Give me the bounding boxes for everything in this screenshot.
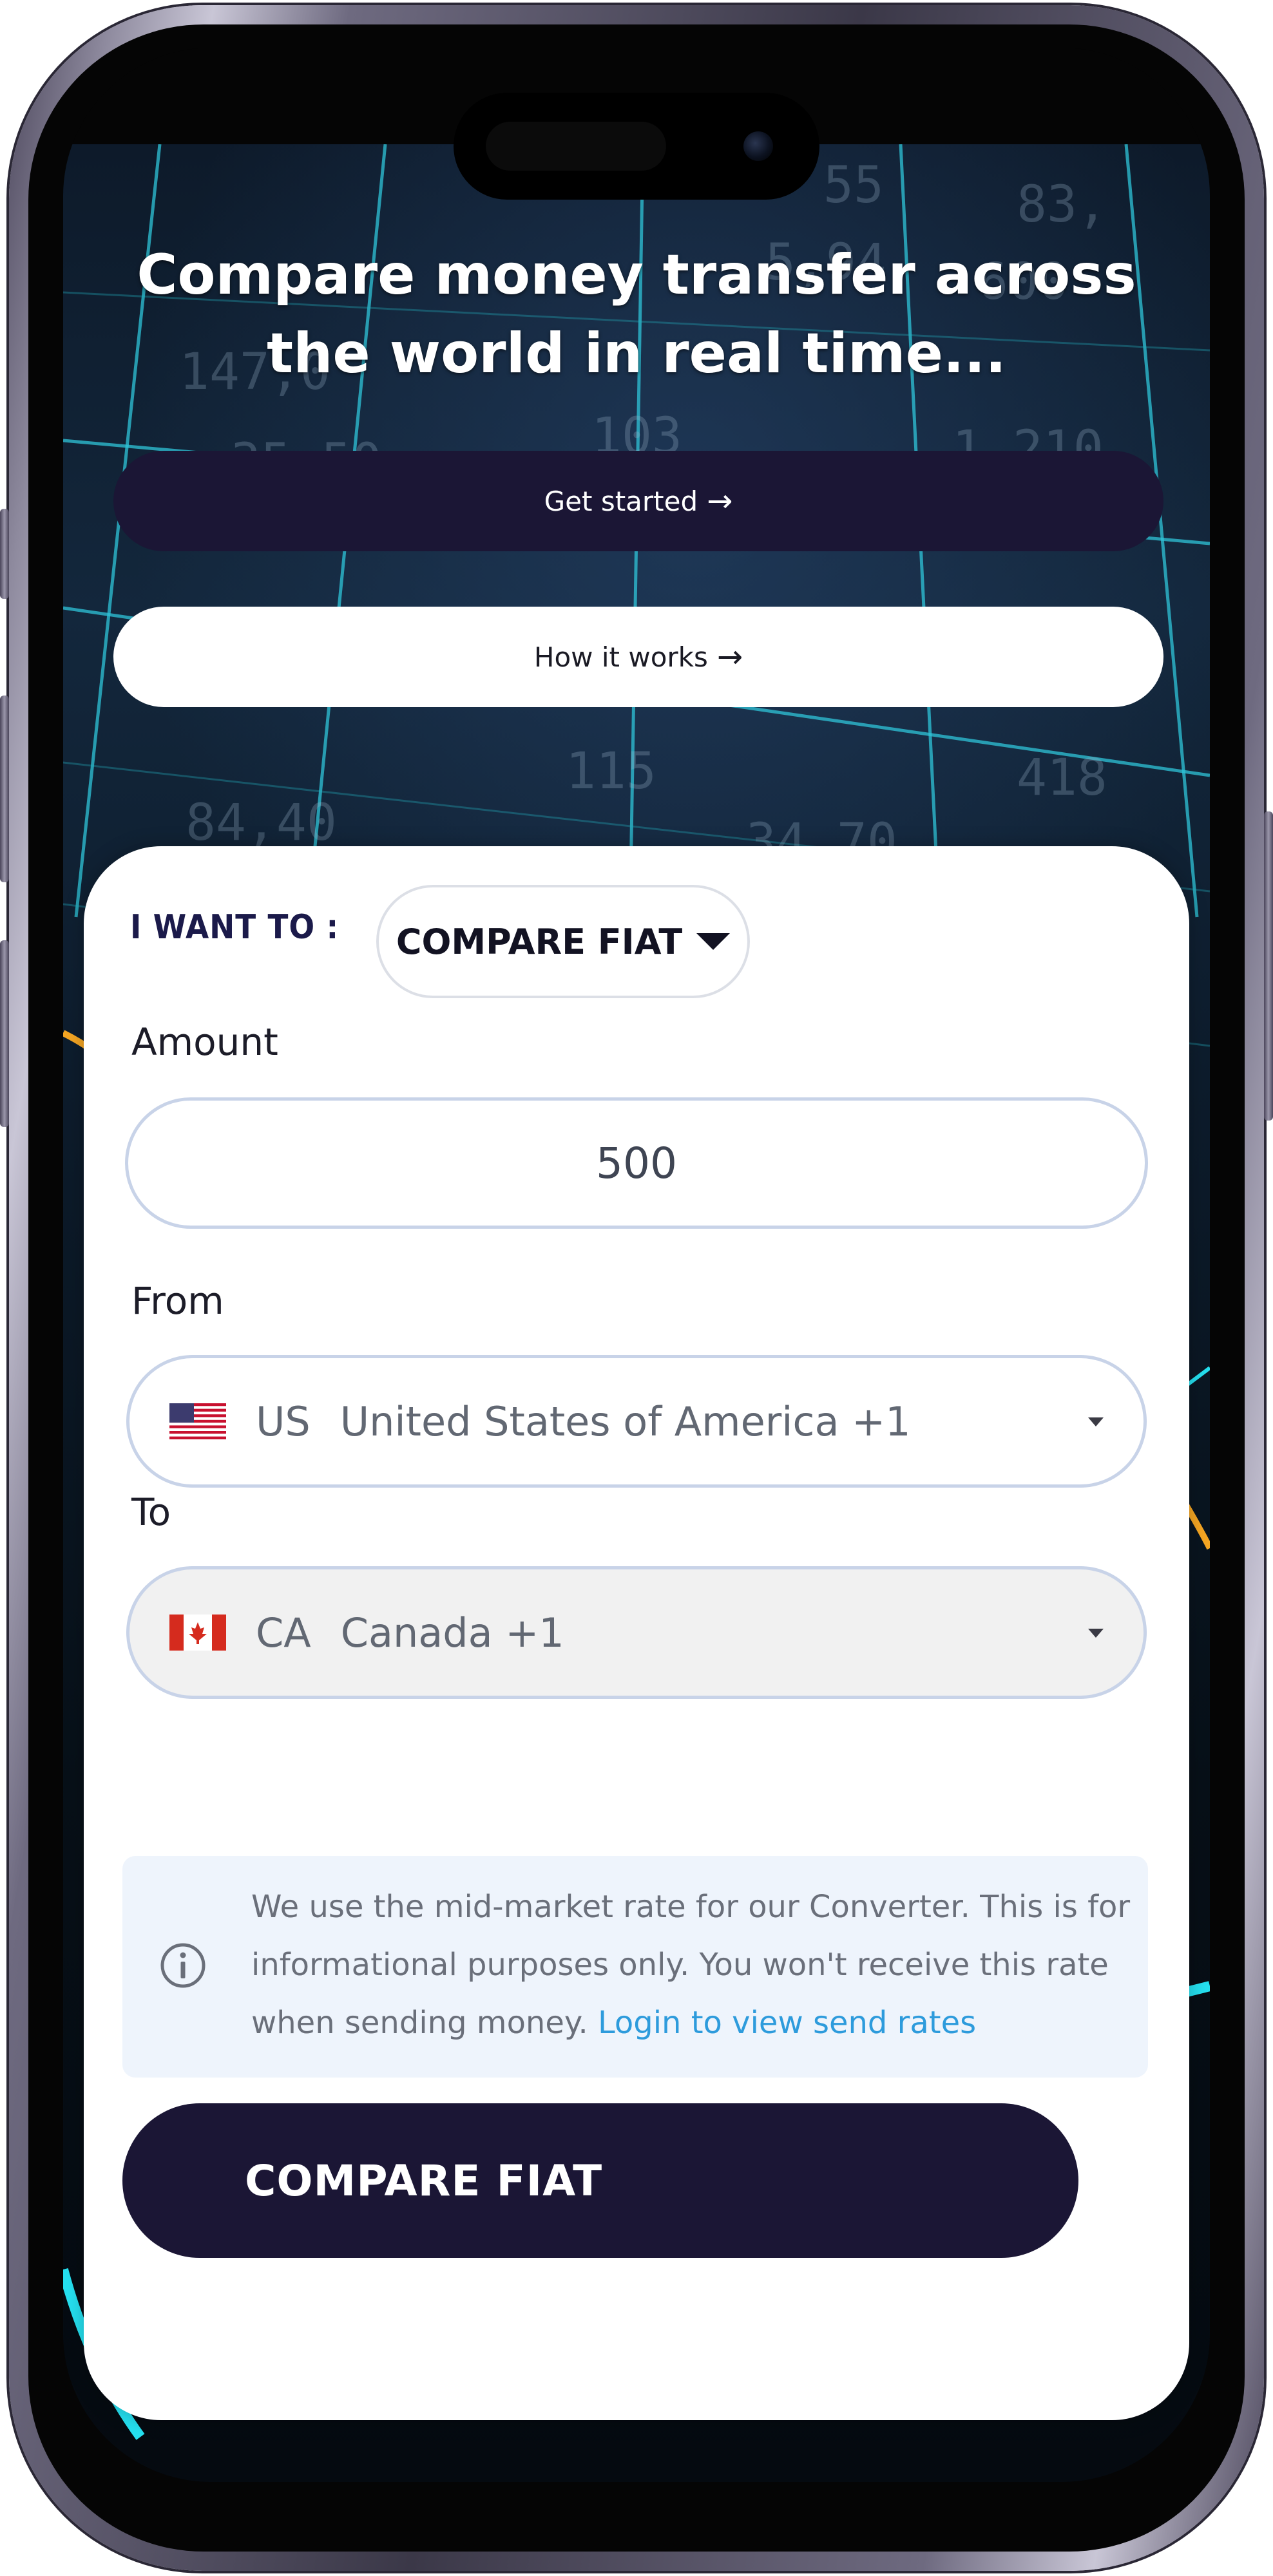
phone-action-button <box>0 509 9 599</box>
from-country-code: US <box>256 1397 311 1445</box>
svg-text:115: 115 <box>566 743 656 800</box>
to-country-code: CA <box>256 1609 311 1656</box>
svg-text:84,40: 84,40 <box>186 794 337 852</box>
rate-notice-text: We use the mid-market rate for our Conve… <box>251 1878 1140 2052</box>
us-flag-icon <box>169 1403 226 1439</box>
svg-text:83,: 83, <box>1017 176 1107 234</box>
ca-flag-icon <box>169 1615 226 1651</box>
amount-input[interactable] <box>125 1097 1148 1229</box>
svg-text:418: 418 <box>1017 749 1107 807</box>
phone-volume-down-button <box>0 940 9 1127</box>
arrow-right-icon: → <box>716 639 743 675</box>
arrow-right-icon: → <box>707 483 733 519</box>
to-country-select[interactable]: CA Canada +1 <box>126 1566 1147 1699</box>
caret-down-icon <box>1088 1629 1104 1638</box>
mode-dropdown[interactable]: COMPARE FIAT <box>376 885 750 998</box>
caret-down-icon <box>696 933 731 950</box>
mode-dropdown-value: COMPARE FIAT <box>396 921 683 962</box>
to-country-name: Canada +1 <box>340 1609 564 1656</box>
from-label: From <box>131 1279 224 1323</box>
compare-fiat-submit-button[interactable]: COMPARE FIAT <box>122 2103 1078 2258</box>
get-started-label: Get started <box>544 485 698 517</box>
login-to-view-rates-link[interactable]: Login to view send rates <box>598 2005 976 2041</box>
phone-power-button <box>1264 811 1273 1121</box>
phone-volume-up-button <box>0 696 9 882</box>
from-country-name: United States of America +1 <box>340 1397 911 1445</box>
rate-notice: We use the mid-market rate for our Conve… <box>122 1856 1148 2078</box>
phone-screen: 55 83, 5,94 600 147,0 103 45,00 1,210 35… <box>63 48 1210 2482</box>
from-country-select[interactable]: US United States of America +1 <box>126 1355 1147 1488</box>
svg-text:55: 55 <box>823 156 884 214</box>
how-it-works-label: How it works <box>533 641 708 673</box>
caret-down-icon <box>1088 1417 1104 1426</box>
info-icon <box>160 1943 206 1988</box>
mode-label: I WANT TO : <box>130 908 340 947</box>
amount-label: Amount <box>131 1020 278 1064</box>
how-it-works-button[interactable]: How it works → <box>113 607 1163 707</box>
hero-headline: Compare money transfer across the world … <box>137 243 1136 386</box>
to-label: To <box>131 1490 171 1534</box>
dynamic-island <box>454 93 819 200</box>
get-started-button[interactable]: Get started → <box>113 451 1163 551</box>
dynamic-island-sensor <box>486 122 666 171</box>
front-camera-icon <box>743 131 773 161</box>
